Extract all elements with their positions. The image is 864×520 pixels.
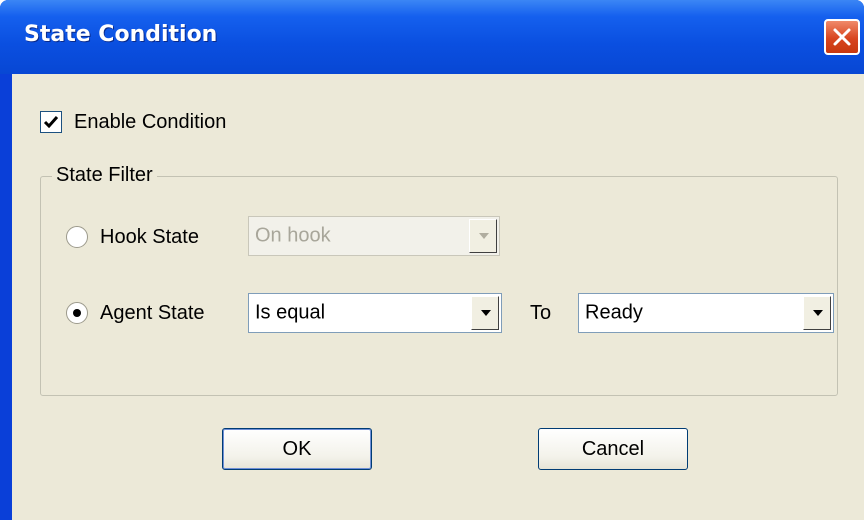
close-button[interactable] [824, 19, 860, 55]
ok-button[interactable]: OK [222, 428, 372, 470]
dialog-window: State Condition Enable Condition State F… [0, 0, 864, 520]
enable-condition-checkbox[interactable] [40, 111, 62, 133]
operator-dropdown-button[interactable] [471, 296, 499, 330]
chevron-down-icon [479, 233, 489, 239]
hook-state-combo-value: On hook [255, 224, 331, 247]
agent-state-value-combo[interactable]: Ready [578, 293, 834, 333]
agent-state-label[interactable]: Agent State [100, 302, 205, 325]
agent-state-operator-combo[interactable]: Is equal [248, 293, 502, 333]
hook-state-combo[interactable]: On hook [248, 216, 500, 256]
to-label: To [530, 302, 552, 324]
hook-state-label[interactable]: Hook State [100, 226, 199, 249]
window-title: State Condition [24, 22, 218, 47]
hook-state-dropdown-button[interactable] [469, 219, 497, 253]
hook-state-radio[interactable] [66, 226, 88, 248]
agent-state-value: Ready [585, 301, 643, 324]
cancel-button[interactable]: Cancel [538, 428, 688, 470]
ok-button-label: OK [282, 438, 312, 460]
chevron-down-icon [481, 310, 491, 316]
agent-state-radio[interactable] [66, 302, 88, 324]
enable-condition-label[interactable]: Enable Condition [74, 111, 226, 134]
radio-selected-dot [73, 309, 81, 317]
cancel-button-label: Cancel [581, 438, 645, 460]
title-bar[interactable]: State Condition [0, 0, 864, 74]
checkmark-icon [43, 116, 59, 129]
agent-state-operator-value: Is equal [255, 301, 326, 324]
chevron-down-icon [813, 310, 823, 316]
state-dropdown-button[interactable] [803, 296, 831, 330]
state-filter-groupbox [40, 176, 838, 396]
state-filter-title: State Filter [52, 164, 157, 187]
close-icon [833, 28, 851, 46]
